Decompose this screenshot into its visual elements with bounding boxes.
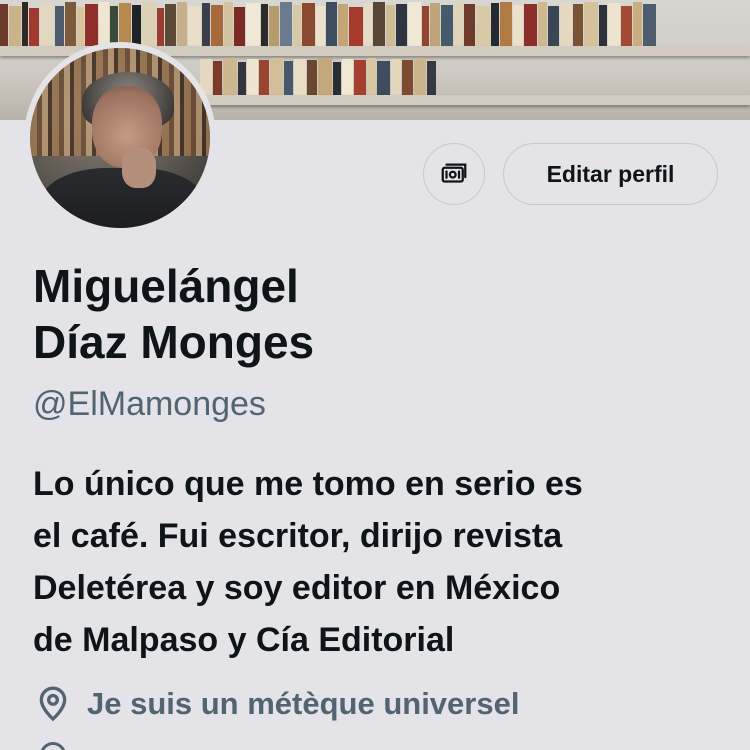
profile-name: Miguelángel Díaz Monges	[33, 258, 633, 370]
bio-line: el café. Fui escritor, dirijo revista	[33, 517, 563, 555]
location-text: Je suis un métèque universel	[87, 686, 520, 721]
profile-bio: Lo único que me tomo en serio es el café…	[33, 458, 733, 666]
bookshelf-top-row	[0, 2, 657, 46]
bio-line: Deletérea y soy editor en México	[33, 569, 561, 607]
profile-avatar[interactable]	[24, 42, 216, 234]
profile-name-line2: Díaz Monges	[33, 316, 315, 368]
money-icon	[441, 163, 467, 183]
location-pin-icon	[39, 686, 67, 722]
bio-line: Lo único que me tomo en serio es	[33, 465, 583, 503]
profile-handle: @ElMamonges	[33, 385, 266, 423]
shelf-board-lower	[180, 95, 750, 105]
profile-name-line1: Miguelángel	[33, 260, 299, 312]
link-icon	[40, 742, 66, 750]
profile-location: Je suis un métèque universel	[33, 684, 519, 724]
bookshelf-bottom-row	[200, 58, 437, 95]
money-button[interactable]	[423, 143, 485, 205]
bio-line: de Malpaso y Cía Editorial	[33, 621, 455, 659]
edit-profile-button[interactable]: Editar perfil	[503, 143, 718, 205]
